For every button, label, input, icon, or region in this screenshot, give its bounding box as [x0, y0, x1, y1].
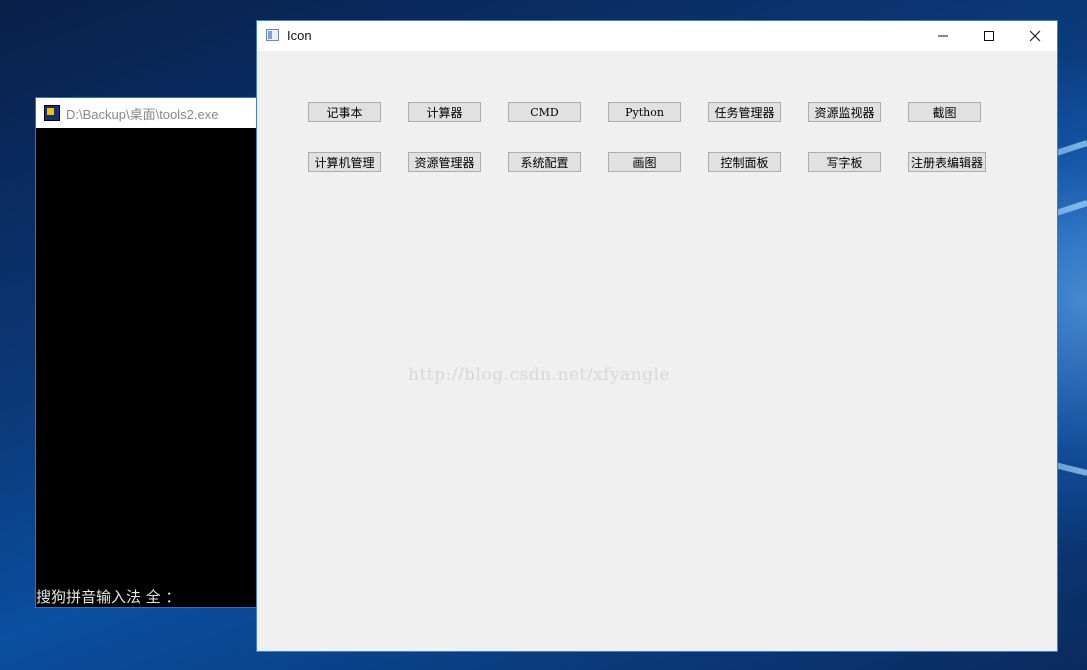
main-window[interactable]: Icon 记事本 计算器 CMD Python 任务管理器 资源监视器 截图 计…	[256, 20, 1058, 652]
calculator-button[interactable]: 计算器	[408, 102, 481, 122]
paint-button[interactable]: 画图	[608, 152, 681, 172]
python-button[interactable]: Python	[608, 102, 681, 122]
screenshot-button[interactable]: 截图	[908, 102, 981, 122]
registry-editor-button[interactable]: 注册表编辑器	[908, 152, 986, 172]
minimize-button[interactable]	[920, 21, 966, 51]
minimize-icon	[938, 35, 948, 37]
window-titlebar[interactable]: Icon	[257, 21, 1057, 51]
resource-monitor-button[interactable]: 资源监视器	[808, 102, 881, 122]
watermark-text: http://blog.csdn.net/xfyangle	[408, 365, 671, 385]
maximize-icon	[984, 31, 994, 41]
cmd-button[interactable]: CMD	[508, 102, 581, 122]
console-titlebar[interactable]: D:\Backup\桌面\tools2.exe	[36, 98, 264, 128]
ime-status-text: 搜狗拼音输入法 全 ：	[36, 588, 181, 606]
wordpad-button[interactable]: 写字板	[808, 152, 881, 172]
window-content: 记事本 计算器 CMD Python 任务管理器 资源监视器 截图 计算机管理 …	[257, 51, 1057, 651]
notepad-button[interactable]: 记事本	[308, 102, 381, 122]
system-config-button[interactable]: 系统配置	[508, 152, 581, 172]
maximize-button[interactable]	[966, 21, 1012, 51]
console-window[interactable]: D:\Backup\桌面\tools2.exe 搜狗拼音输入法 全 ：	[35, 97, 265, 608]
console-title: D:\Backup\桌面\tools2.exe	[66, 106, 219, 122]
close-icon	[1029, 30, 1041, 42]
task-manager-button[interactable]: 任务管理器	[708, 102, 781, 122]
computer-management-button[interactable]: 计算机管理	[308, 152, 381, 172]
close-button[interactable]	[1012, 21, 1058, 51]
app-icon	[266, 29, 279, 41]
console-app-icon	[44, 105, 60, 121]
explorer-button[interactable]: 资源管理器	[408, 152, 481, 172]
control-panel-button[interactable]: 控制面板	[708, 152, 781, 172]
window-title: Icon	[287, 28, 312, 43]
